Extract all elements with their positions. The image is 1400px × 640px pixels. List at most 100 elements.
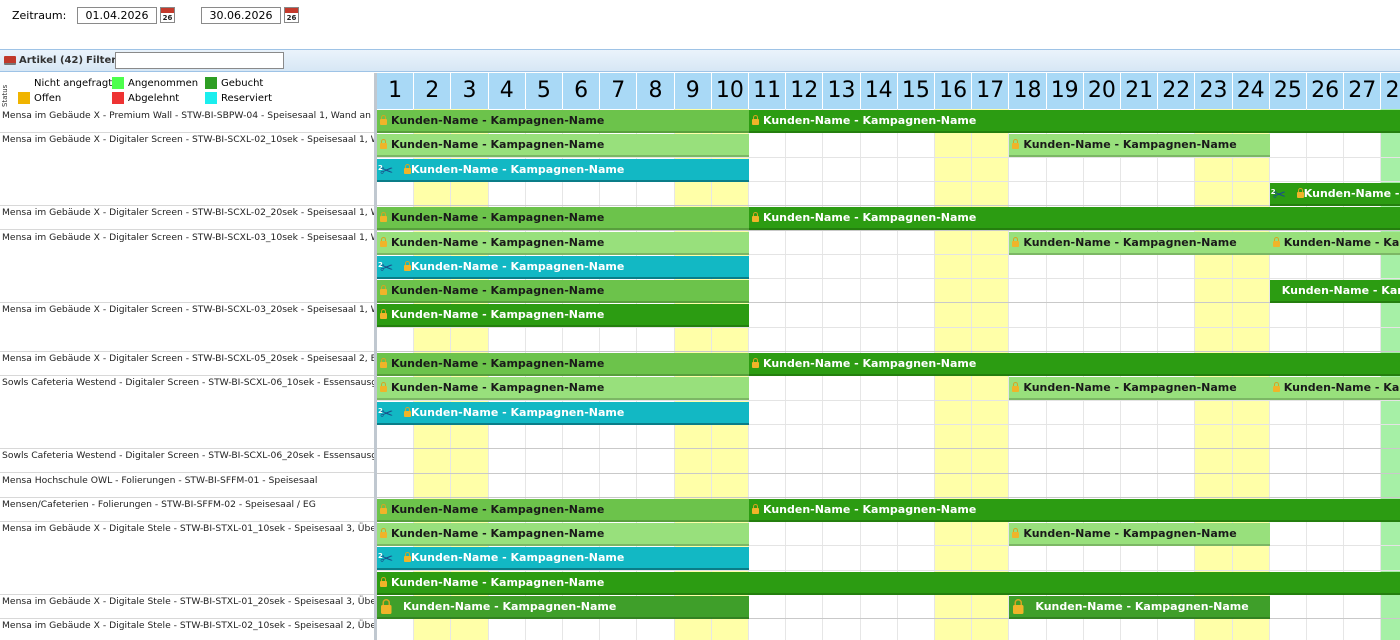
legend-swatch: [18, 77, 30, 89]
article-row-label[interactable]: Sowls Cafeteria Westend - Digitaler Scre…: [0, 376, 374, 450]
article-row-label[interactable]: Mensa Hochschule OWL - Folierungen - STW…: [0, 474, 374, 498]
booking-bar[interactable]: ✂2 Kunden-Name - Kampagnen-Name: [377, 547, 749, 571]
day-header-cell[interactable]: 10: [711, 73, 749, 109]
booking-bar[interactable]: Kunden-Name - Kampagnen-Name: [377, 523, 749, 547]
day-header-cell[interactable]: 22: [1158, 73, 1196, 109]
booking-label: Kunden-Name - Kampagnen-Name: [763, 114, 977, 127]
day-header-cell[interactable]: 1: [377, 73, 415, 109]
day-header-cell[interactable]: 5: [525, 73, 563, 109]
lock-icon: [404, 260, 411, 271]
count-badge: 2: [378, 163, 383, 172]
day-header-cell[interactable]: 26: [1307, 73, 1345, 109]
booking-bar[interactable]: Kunden-Name - Kampagnen-Name: [377, 353, 749, 376]
calendar-icon-number: 26: [286, 14, 297, 22]
article-row-label[interactable]: Mensa im Gebäude X - Digitaler Screen - …: [0, 231, 374, 304]
booking-label: Kunden-Name - Kampagnen-Name: [1283, 381, 1400, 395]
article-row-label[interactable]: Mensa im Gebäude X - Digitaler Screen - …: [0, 206, 374, 231]
article-row-label[interactable]: Mensa im Gebäude X - Digitaler Screen - …: [0, 133, 374, 207]
period-bar: Zeitraum: 01.04.2026 26 30.06.2026 26: [0, 0, 1400, 49]
date-to-input[interactable]: 30.06.2026: [201, 7, 281, 24]
booking-bar[interactable]: Kunden-Name - Kampagnen-Name: [1009, 377, 1270, 401]
day-header-cell[interactable]: 19: [1046, 73, 1084, 109]
day-header-cell[interactable]: 14: [860, 73, 898, 109]
article-row-label[interactable]: Mensa im Gebäude X - Digitale Stele - ST…: [0, 595, 374, 620]
booking-bar[interactable]: Kunden-Name - Kampagnen-Name: [1269, 280, 1400, 304]
booking-bar[interactable]: Kunden-Name - Kampagnen-Name: [1269, 231, 1400, 255]
day-header-cell[interactable]: 9: [674, 73, 712, 109]
booking-bar[interactable]: Kunden-Name - Kampagnen-Name: [377, 304, 749, 328]
day-header-cell[interactable]: 17: [972, 73, 1010, 109]
day-header-cell[interactable]: 8: [637, 73, 675, 109]
lock-icon: [380, 576, 387, 587]
booking-bar[interactable]: Kunden-Name - Kampagnen-Name: [749, 110, 1400, 133]
booking-bar[interactable]: Kunden-Name - Kampagnen-Name: [749, 498, 1400, 522]
lock-icon: [1272, 382, 1280, 393]
booking-label: Kunden-Name - Kampagnen-Name: [1023, 381, 1237, 395]
status-legend: Status Nicht angefragt Angenommen Gebucht O…: [0, 73, 374, 109]
booking-bar[interactable]: Kunden-Name - Kampagnen-Name: [1269, 377, 1400, 401]
booking-bar[interactable]: Kunden-Name - Kampagnen-Name: [377, 110, 749, 133]
day-header-cell[interactable]: 24: [1232, 73, 1270, 109]
booking-bar[interactable]: Kunden-Name - Kampagnen-Name: [377, 377, 749, 401]
date-from-input[interactable]: 01.04.2026: [77, 7, 157, 24]
booking-label: Kunden-Name - Kampagnen-Name: [1281, 284, 1400, 298]
article-row-label[interactable]: Mensa im Gebäude X - Digitale Stele - ST…: [0, 522, 374, 595]
article-row-label[interactable]: Mensa im Gebäude X - Digitaler Screen - …: [0, 303, 374, 352]
day-header-cell[interactable]: 6: [563, 73, 601, 109]
booking-bar[interactable]: ✂2 Kunden-Name - Kampagnen-Name: [1269, 182, 1400, 206]
legend-label: Reserviert: [221, 93, 273, 104]
booking-label: Kunden-Name - Kampagnen-Name: [411, 405, 625, 419]
day-header: 1 2 3 4 5 6 7 8 9 10 11 12 13 14 15 16 17 18 19 20 21 22 23 24 2…: [377, 73, 1400, 109]
article-row-label[interactable]: Mensa im Gebäude X - Digitale Stele - ST…: [0, 619, 374, 640]
booking-bar[interactable]: ✂2 Kunden-Name - Kampagnen-Name: [377, 401, 749, 425]
lock-icon: [1012, 528, 1020, 539]
day-header-cell[interactable]: 15: [897, 73, 935, 109]
day-header-cell[interactable]: 20: [1083, 73, 1121, 109]
booking-bar[interactable]: Kunden-Name - Kampagnen-Name: [1009, 134, 1270, 158]
lock-icon: [404, 552, 411, 563]
filter-input[interactable]: [115, 52, 284, 69]
day-header-cell[interactable]: 28: [1381, 73, 1400, 109]
day-header-cell[interactable]: 18: [1009, 73, 1047, 109]
legend-label: Nicht angefragt: [34, 78, 113, 89]
day-header-cell[interactable]: 2: [414, 73, 452, 109]
day-header-cell[interactable]: 7: [600, 73, 638, 109]
day-header-cell[interactable]: 27: [1344, 73, 1382, 109]
booking-bar[interactable]: Kunden-Name - Kampagnen-Name: [377, 134, 749, 158]
calendar-grid: Kunden-Name - Kampagnen-Name Kunden-Name …: [377, 109, 1400, 640]
article-row-label[interactable]: Mensa im Gebäude X - Premium Wall - STW-…: [0, 109, 374, 134]
day-header-cell[interactable]: 23: [1195, 73, 1233, 109]
lock-icon: [380, 382, 387, 393]
booking-bar[interactable]: Kunden-Name - Kampagnen-Name: [1009, 523, 1270, 547]
day-header-cell[interactable]: 12: [786, 73, 824, 109]
booking-label: Kunden-Name - Kampagnen-Name: [391, 575, 605, 589]
booking-label: Kunden-Name - Kampagnen-Name: [391, 308, 605, 322]
booking-bar[interactable]: Kunden-Name - Kampagnen-Name: [749, 207, 1400, 231]
day-header-cell[interactable]: 21: [1121, 73, 1159, 109]
calendar-icon[interactable]: 26: [160, 7, 175, 23]
day-header-cell[interactable]: 25: [1269, 73, 1307, 109]
booking-bar[interactable]: Kunden-Name - Kampagnen-Name: [377, 207, 749, 231]
booking-bar[interactable]: Kunden-Name - Kampagnen-Name: [377, 231, 749, 255]
booking-bar[interactable]: Kunden-Name - Kampagnen-Name: [377, 571, 1400, 595]
legend-label: Angenommen: [128, 78, 199, 89]
day-header-cell[interactable]: 4: [488, 73, 526, 109]
day-header-cell[interactable]: 3: [451, 73, 489, 109]
booking-bar[interactable]: ✂2 Kunden-Name - Kampagnen-Name: [377, 255, 749, 279]
booking-bar[interactable]: Kunden-Name - Kampagnen-Name: [749, 353, 1400, 376]
booking-label: Kunden-Name - Kampagnen-Name: [391, 284, 605, 298]
calendar-icon[interactable]: 26: [284, 7, 299, 23]
booking-bar[interactable]: ✂2 Kunden-Name - Kampagnen-Name: [377, 158, 749, 182]
booking-bar[interactable]: Kunden-Name - Kampagnen-Name: [1009, 231, 1270, 255]
lock-icon: [380, 358, 387, 368]
booking-bar[interactable]: Kunden-Name - Kampagnen-Name: [377, 280, 749, 304]
booking-bar[interactable]: Kunden-Name - Kampagnen-Name: [377, 596, 749, 619]
article-row-label[interactable]: Sowls Cafeteria Westend - Digitaler Scre…: [0, 449, 374, 474]
article-row-label[interactable]: Mensa im Gebäude X - Digitaler Screen - …: [0, 352, 374, 377]
booking-bar[interactable]: Kunden-Name - Kampagnen-Name: [1009, 596, 1270, 619]
day-header-cell[interactable]: 13: [823, 73, 861, 109]
article-row-label[interactable]: Mensen/Cafeterien - Folierungen - STW-BI…: [0, 498, 374, 523]
day-header-cell[interactable]: 16: [935, 73, 973, 109]
booking-bar[interactable]: Kunden-Name - Kampagnen-Name: [377, 498, 749, 522]
day-header-cell[interactable]: 11: [749, 73, 787, 109]
